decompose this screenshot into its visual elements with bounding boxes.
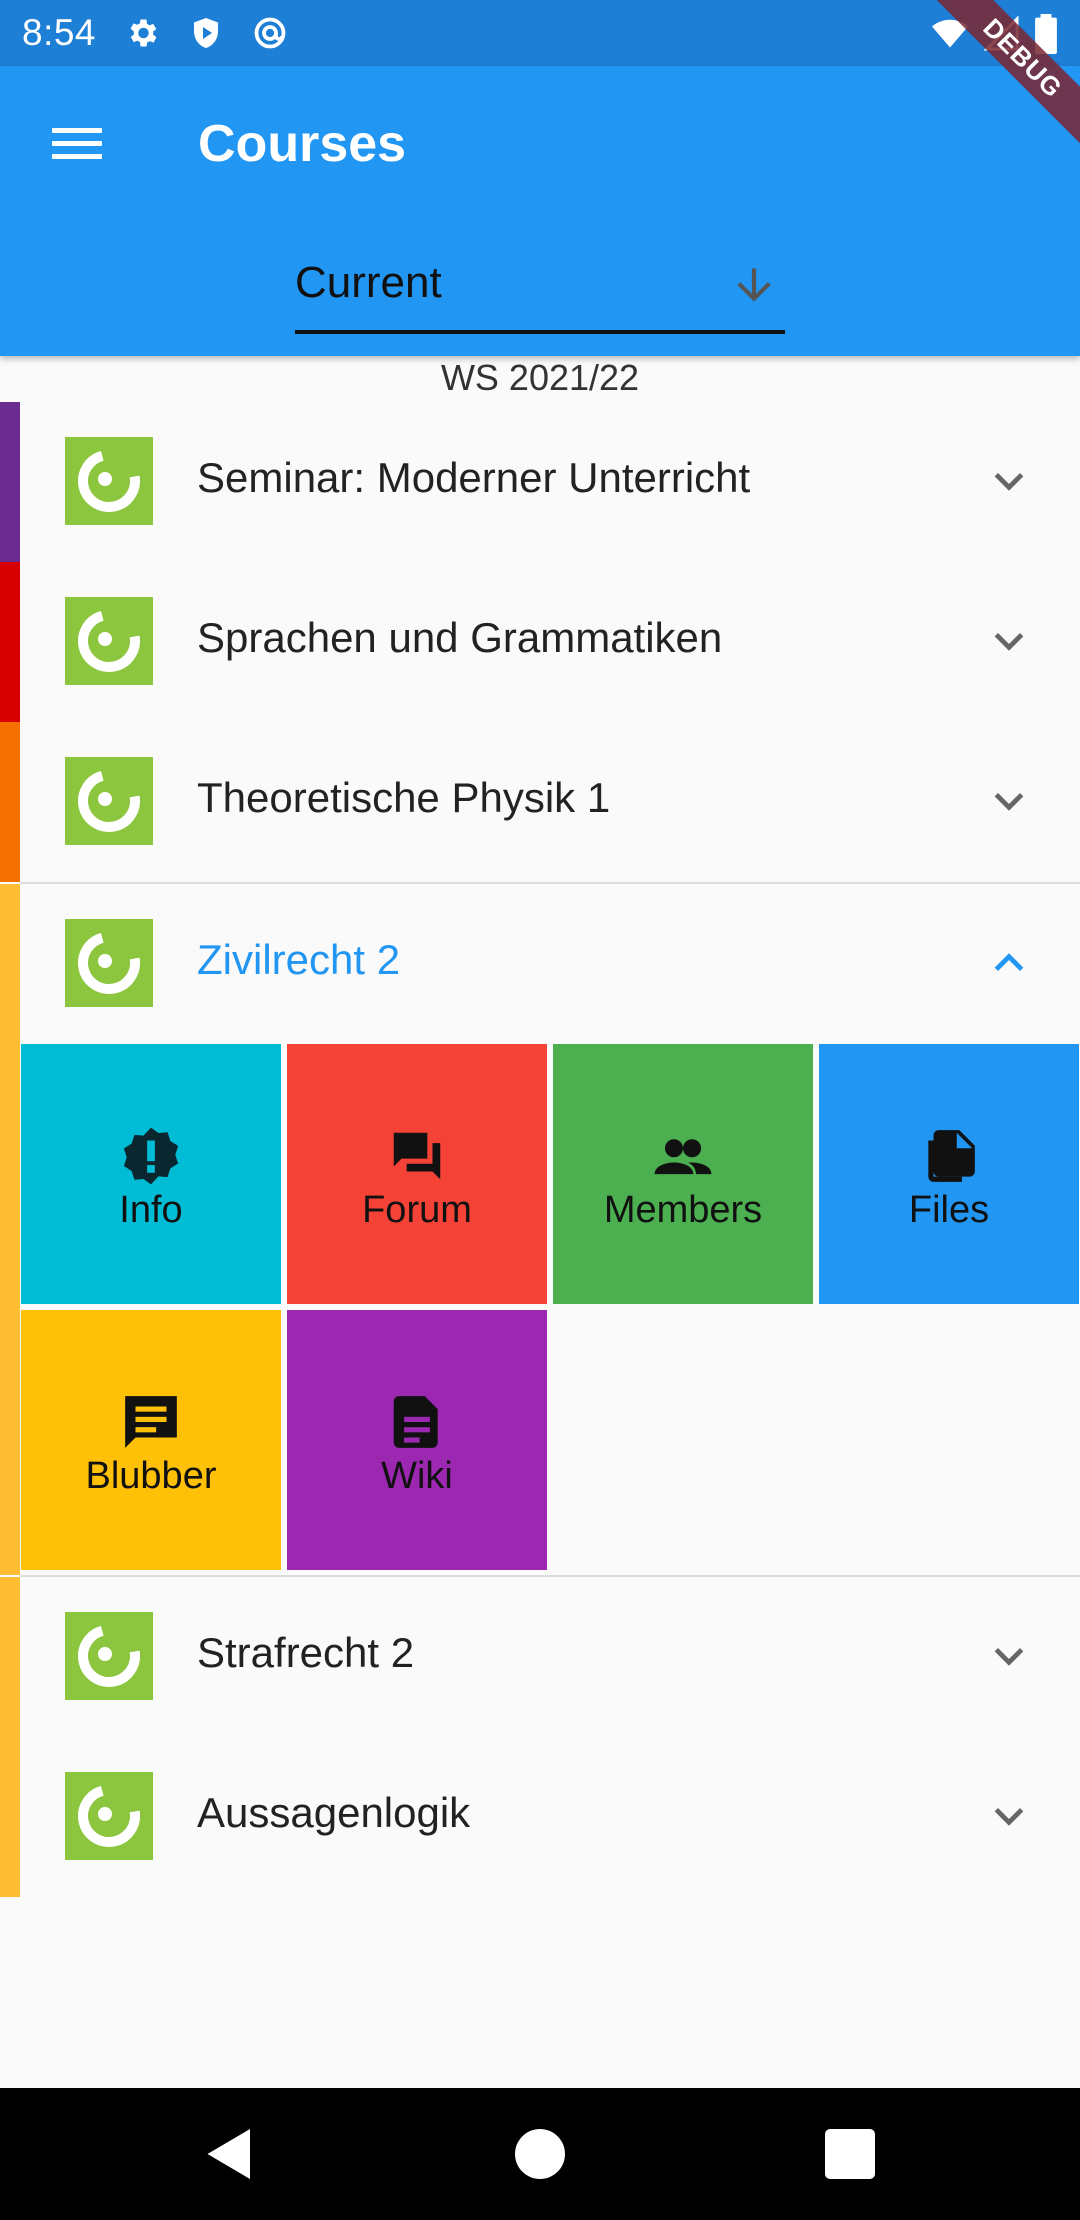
recents-icon[interactable] xyxy=(820,2124,880,2184)
menu-button[interactable] xyxy=(38,120,118,180)
chevron-down-icon xyxy=(994,792,1024,811)
tile-members[interactable]: Members xyxy=(553,1044,813,1304)
semester-header: WS 2021/22 xyxy=(440,357,640,398)
menu-icon xyxy=(52,128,102,133)
course-name: Aussagenlogik xyxy=(197,1789,471,1836)
blubber-icon xyxy=(125,1395,177,1448)
tile-label: Info xyxy=(119,1188,183,1231)
members-icon xyxy=(654,1138,712,1174)
chevron-down-icon xyxy=(994,632,1024,651)
forum-icon xyxy=(393,1132,441,1179)
tile-forum[interactable]: Forum xyxy=(287,1044,547,1304)
course-logo-icon xyxy=(65,1772,153,1860)
course-color-bar xyxy=(0,1737,20,1897)
files-icon xyxy=(928,1129,975,1182)
wiki-icon xyxy=(393,1395,438,1448)
page-title: Courses xyxy=(198,115,407,173)
course-tiles-grid: Info Forum Members Files Blubber Wiki xyxy=(0,1044,1080,1575)
course-color-bar xyxy=(0,402,20,562)
tile-label: Blubber xyxy=(85,1454,217,1497)
back-icon[interactable] xyxy=(200,2124,260,2184)
course-logo-icon xyxy=(65,597,153,685)
course-color-bar xyxy=(0,1044,20,1575)
tile-wiki[interactable]: Wiki xyxy=(287,1310,547,1570)
arrow-down-icon xyxy=(737,268,771,302)
course-item[interactable]: Aussagenlogik xyxy=(0,1737,1080,1897)
tile-label: Forum xyxy=(362,1188,472,1231)
status-time: 8:54 xyxy=(22,12,97,53)
chevron-down-icon xyxy=(994,472,1024,491)
tile-blubber[interactable]: Blubber xyxy=(21,1310,281,1570)
course-color-bar xyxy=(0,562,20,722)
course-logo-icon xyxy=(65,919,153,1007)
tile-label: Members xyxy=(603,1188,763,1231)
course-item[interactable]: Strafrecht 2 xyxy=(0,1577,1080,1737)
course-item-active[interactable]: Zivilrecht 2 xyxy=(0,884,1080,1044)
course-color-bar xyxy=(0,884,20,1044)
course-logo-icon xyxy=(65,1612,153,1700)
tile-label: Files xyxy=(908,1188,990,1231)
status-bar: 8:54 xyxy=(0,0,1080,66)
wifi-icon xyxy=(932,19,968,48)
course-list: Seminar: Moderner Unterricht Sprachen und… xyxy=(0,402,1080,1897)
at-icon xyxy=(254,17,286,49)
course-item[interactable]: Seminar: Moderner Unterricht xyxy=(0,402,1080,562)
course-name: Sprachen und Grammatiken xyxy=(197,614,723,661)
shield-icon xyxy=(194,18,219,48)
course-item[interactable]: Sprachen und Grammatiken xyxy=(0,562,1080,722)
course-name: Seminar: Moderner Unterricht xyxy=(197,454,751,501)
semester-filter-value: Current xyxy=(295,258,442,307)
gear-icon xyxy=(130,19,157,47)
signal-icon xyxy=(984,16,1019,51)
course-name: Theoretische Physik 1 xyxy=(197,774,611,821)
chevron-down-icon xyxy=(994,1647,1024,1666)
system-nav-bar xyxy=(0,2088,1080,2220)
battery-icon xyxy=(1035,14,1057,54)
semester-filter-dropdown[interactable]: Current xyxy=(295,256,785,334)
app-bar: Courses Current xyxy=(0,66,1080,356)
course-color-bar xyxy=(0,1577,20,1737)
course-logo-icon xyxy=(65,757,153,845)
chevron-up-icon xyxy=(994,953,1024,972)
course-name: Strafrecht 2 xyxy=(197,1629,415,1676)
home-icon[interactable] xyxy=(510,2124,570,2184)
chevron-down-icon xyxy=(994,1807,1024,1826)
course-item[interactable]: Theoretische Physik 1 xyxy=(0,722,1080,882)
course-name: Zivilrecht 2 xyxy=(197,936,401,983)
course-logo-icon xyxy=(65,437,153,525)
course-color-bar xyxy=(0,722,20,882)
tile-files[interactable]: Files xyxy=(819,1044,1079,1304)
tile-label: Wiki xyxy=(381,1454,453,1497)
info-icon xyxy=(123,1127,179,1184)
tile-info[interactable]: Info xyxy=(21,1044,281,1304)
